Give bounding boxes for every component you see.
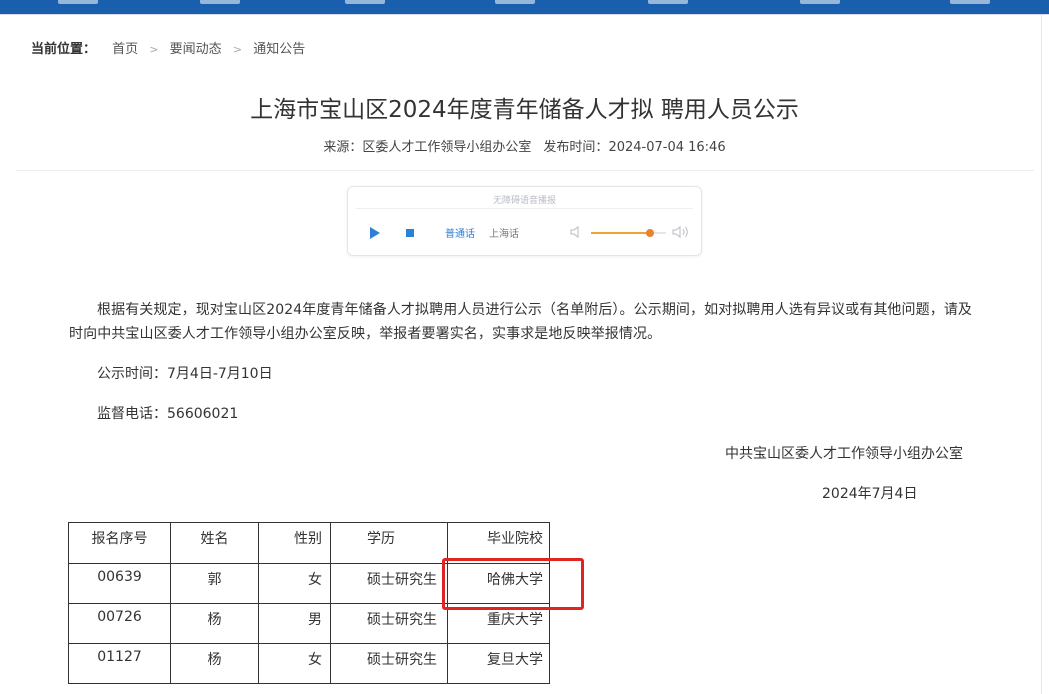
candidates-table-container: 报名序号 姓名 性别 学历 毕业院校 00639 郭 女 硕士研究生 哈佛大学 … <box>68 522 550 684</box>
breadcrumb: 当前位置： 首页 > 要闻动态 > 通知公告 <box>31 38 305 57</box>
cell-name: 杨 <box>170 603 259 644</box>
breadcrumb-label: 当前位置： <box>31 42 97 57</box>
nav-item[interactable] <box>950 0 990 4</box>
candidates-table: 报名序号 姓名 性别 学历 毕业院校 00639 郭 女 硕士研究生 哈佛大学 … <box>68 522 550 684</box>
player-caption: 无障碍语音播报 <box>492 196 556 206</box>
publicity-period: 公示时间：7月4日-7月10日 <box>97 366 273 382</box>
volume-level-fill <box>591 232 650 234</box>
audio-player: 无障碍语音播报 普通话 上海话 <box>347 186 702 256</box>
volume-high-icon[interactable] <box>672 225 690 239</box>
nav-item[interactable] <box>345 0 385 4</box>
source-value: 区委人才工作领导小组办公室 <box>362 140 532 155</box>
cell-id: 01127 <box>68 643 171 684</box>
volume-slider[interactable] <box>591 229 666 237</box>
breadcrumb-news-link[interactable]: 要闻动态 <box>170 42 222 57</box>
meta-divider <box>16 170 1034 171</box>
publish-time: 2024-07-04 16:46 <box>608 140 726 155</box>
nav-item[interactable] <box>200 0 240 4</box>
mandarin-option[interactable]: 普通话 <box>445 225 475 240</box>
stop-icon[interactable] <box>406 229 414 237</box>
cell-school: 复旦大学 <box>447 643 550 684</box>
table-row: 00639 郭 女 硕士研究生 哈佛大学 <box>68 563 550 604</box>
table-header-row: 报名序号 姓名 性别 学历 毕业院校 <box>68 522 550 564</box>
play-icon[interactable] <box>370 227 380 239</box>
article-title: 上海市宝山区2024年度青年储备人才拟 聘用人员公示 <box>250 97 799 123</box>
cell-education: 硕士研究生 <box>330 603 448 644</box>
cell-gender: 女 <box>258 643 331 684</box>
issue-date: 2024年7月4日 <box>822 486 918 502</box>
article-meta: 来源：区委人才工作领导小组办公室 发布时间：2024-07-04 16:46 <box>0 136 1049 155</box>
volume-low-icon[interactable] <box>570 225 582 239</box>
header-id: 报名序号 <box>68 522 171 564</box>
table-row: 01127 杨 女 硕士研究生 复旦大学 <box>68 643 550 684</box>
cell-school: 重庆大学 <box>447 603 550 644</box>
breadcrumb-separator: > <box>149 43 159 56</box>
breadcrumb-notice-link[interactable]: 通知公告 <box>253 42 305 57</box>
table-row: 00726 杨 男 硕士研究生 重庆大学 <box>68 603 550 644</box>
header-education: 学历 <box>330 522 448 564</box>
cell-id: 00639 <box>68 563 171 604</box>
breadcrumb-separator: > <box>232 43 243 56</box>
cell-id: 00726 <box>68 603 171 644</box>
cell-gender: 男 <box>258 603 331 644</box>
cell-name: 杨 <box>170 643 259 684</box>
header-name: 姓名 <box>170 522 259 564</box>
cell-education: 硕士研究生 <box>330 563 448 604</box>
nav-item[interactable] <box>648 0 688 4</box>
nav-item[interactable] <box>58 0 98 4</box>
cell-gender: 女 <box>258 563 331 604</box>
notice-paragraph: 根据有关规定，现对宝山区2024年度青年储备人才拟聘用人员进行公示（名单附后）。… <box>69 302 973 342</box>
top-navigation-bar <box>0 0 1049 15</box>
nav-item[interactable] <box>800 0 840 4</box>
cell-school: 哈佛大学 <box>447 563 550 604</box>
nav-item[interactable] <box>495 0 535 4</box>
header-school: 毕业院校 <box>447 522 550 564</box>
breadcrumb-home-link[interactable]: 首页 <box>112 42 138 57</box>
source-label: 来源： <box>323 140 363 155</box>
publish-label: 发布时间： <box>543 140 609 155</box>
supervision-phone: 监督电话：56606021 <box>97 406 239 422</box>
header-gender: 性别 <box>258 522 331 564</box>
cell-name: 郭 <box>170 563 259 604</box>
cell-education: 硕士研究生 <box>330 643 448 684</box>
player-divider <box>356 208 693 209</box>
volume-slider-handle[interactable] <box>645 229 654 237</box>
issuer-signature: 中共宝山区委人才工作领导小组办公室 <box>725 446 963 462</box>
shanghainese-option[interactable]: 上海话 <box>489 225 519 240</box>
page: 当前位置： 首页 > 要闻动态 > 通知公告 上海市宝山区2024年度青年储备人… <box>0 0 1049 694</box>
